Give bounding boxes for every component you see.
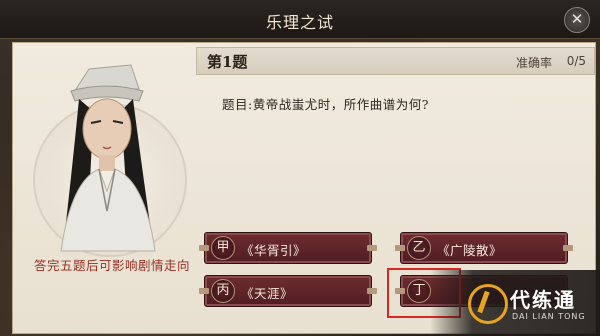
answer-badge: 甲 — [211, 236, 235, 260]
answer-text: 《华胥引》 — [241, 243, 307, 258]
answer-text: 《广陵散》 — [437, 243, 503, 258]
portrait-caption: 答完五题后可影响剧情走向 — [33, 258, 190, 273]
portrait-area: 答完五题后可影响剧情走向 — [21, 51, 191, 331]
accuracy-value: 0/5 — [566, 54, 586, 68]
accuracy-label: 准确率 — [515, 56, 552, 70]
answer-option-a[interactable]: 甲 《华胥引》 — [199, 232, 377, 264]
watermark-cn: 代练通 — [510, 288, 576, 312]
answer-text: 《天涯》 — [241, 286, 294, 301]
watermark-en: DAI LIAN TONG — [512, 312, 586, 321]
question-number: 第1题 — [207, 53, 248, 71]
watermark: 代练通 DAI LIAN TONG — [430, 270, 600, 336]
question-text: 题目:黄帝战蚩尤时，所作曲谱为何? — [222, 97, 429, 112]
window-title: 乐理之试 — [265, 13, 334, 32]
answer-badge: 丙 — [211, 279, 235, 303]
answer-badge: 乙 — [407, 236, 431, 260]
answer-option-c[interactable]: 丙 《天涯》 — [199, 275, 377, 307]
title-bar: 乐理之试 ✕ — [0, 0, 600, 39]
question-header: 第1题 准确率 0/5 — [196, 47, 595, 75]
answer-option-b[interactable]: 乙 《广陵散》 — [395, 232, 573, 264]
close-icon[interactable]: ✕ — [564, 7, 590, 33]
character-portrait — [60, 64, 156, 252]
watermark-logo-icon — [468, 284, 508, 324]
